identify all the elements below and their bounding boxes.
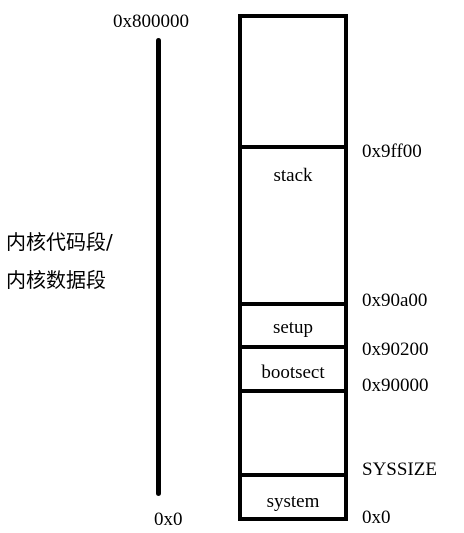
divider-setup-top xyxy=(242,302,344,306)
region-bootsect: bootsect xyxy=(261,362,325,383)
address-bootsect-top: 0x90200 xyxy=(362,339,429,360)
divider-stack-top xyxy=(242,145,344,149)
memory-layout-diagram: 0x800000 内核代码段/ 内核数据段 0x0 stack setup bo… xyxy=(0,0,464,533)
address-stack-top: 0x9ff00 xyxy=(362,141,422,162)
memory-column: stack setup bootsect system xyxy=(238,14,348,521)
address-system-top: SYSSIZE xyxy=(362,459,437,480)
region-system: system xyxy=(266,491,320,512)
divider-bootsect-bottom xyxy=(242,389,344,393)
region-setup: setup xyxy=(272,317,314,338)
top-address-label: 0x800000 xyxy=(113,11,189,32)
side-label-line-1: 内核代码段/ xyxy=(6,230,113,254)
divider-system-top xyxy=(242,473,344,477)
address-bootsect-bottom: 0x90000 xyxy=(362,375,429,396)
divider-bootsect-top xyxy=(242,345,344,349)
address-base: 0x0 xyxy=(362,507,391,528)
region-stack: stack xyxy=(273,165,313,186)
bottom-address-label: 0x0 xyxy=(154,509,183,530)
address-range-bar xyxy=(156,38,161,496)
side-label-line-2: 内核数据段 xyxy=(6,268,106,292)
address-setup-top: 0x90a00 xyxy=(362,290,428,311)
